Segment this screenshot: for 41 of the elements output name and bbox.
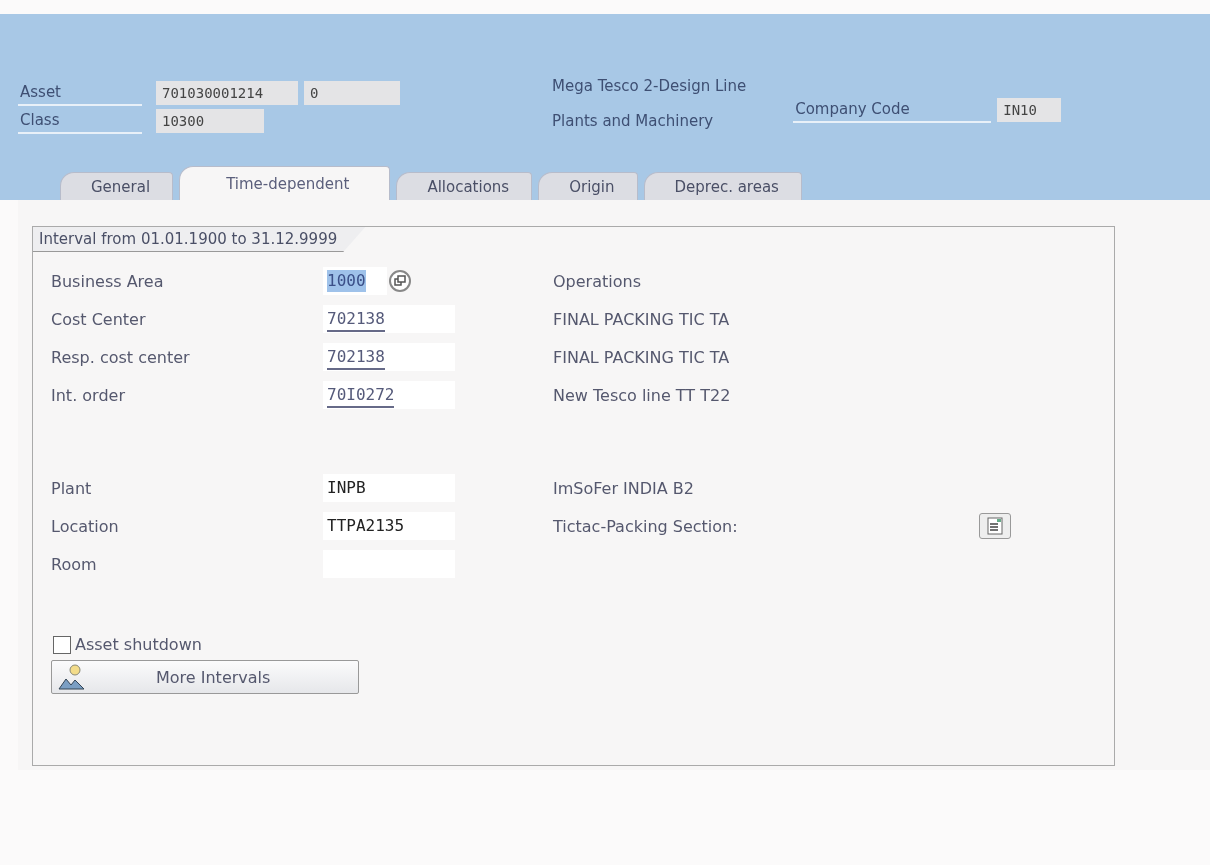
value-help-button[interactable] [389, 270, 411, 292]
checkbox[interactable] [53, 635, 71, 654]
input-field[interactable]: 702138 [323, 305, 455, 333]
field-label: Location [50, 516, 120, 536]
field-description: FINAL PACKING TIC TA [553, 347, 731, 367]
field-label: Resp. cost center [50, 347, 191, 367]
input-field[interactable]: 702138 [323, 343, 455, 371]
company-code-field[interactable]: IN10 [997, 98, 1062, 122]
more-intervals-button[interactable]: More Intervals [51, 660, 359, 694]
tab[interactable]: Origin [538, 172, 638, 200]
field-description: FINAL PACKING TIC TA [553, 309, 731, 329]
asset-subnumber-field[interactable]: 0 [304, 81, 400, 105]
detail-button[interactable] [979, 513, 1011, 539]
asset-number-field[interactable]: 701030001214 [156, 81, 298, 105]
asset-label: Asset [18, 80, 142, 106]
document-icon [987, 517, 1003, 535]
input-field[interactable]: TTPA2135 [323, 512, 455, 540]
field-label: Cost Center [50, 309, 147, 329]
tab[interactable]: Time-dependent [179, 166, 391, 200]
checkbox-label: Asset shutdown [75, 635, 202, 654]
field-label: Int. order [50, 385, 126, 405]
class-field[interactable]: 10300 [156, 109, 264, 133]
field-description: Operations [553, 271, 642, 291]
class-description: Plants and Machinery [552, 112, 714, 130]
field-label: Business Area [50, 271, 165, 291]
field-label: Room [50, 554, 98, 574]
company-code-label: Company Code [793, 97, 992, 123]
asset-description: Mega Tesco 2-Design Line [552, 77, 747, 95]
input-field[interactable]: 1000 [323, 267, 387, 295]
field-description: ImSoFer INDIA B2 [553, 478, 695, 498]
tab[interactable]: Allocations [396, 172, 533, 200]
tab[interactable]: General [60, 172, 174, 200]
field-description: New Tesco line TT T22 [553, 385, 732, 405]
field-label: Plant [50, 478, 93, 498]
copy-icon [394, 275, 406, 287]
input-field[interactable]: INPB [323, 474, 455, 502]
input-field[interactable]: 70I0272 [323, 381, 455, 409]
class-label: Class [18, 108, 142, 134]
tab[interactable]: Deprec. areas [643, 172, 802, 200]
field-description: Tictac-Packing Section: [553, 516, 739, 536]
interval-title: Interval from 01.01.1900 to 31.12.9999 [33, 227, 366, 252]
